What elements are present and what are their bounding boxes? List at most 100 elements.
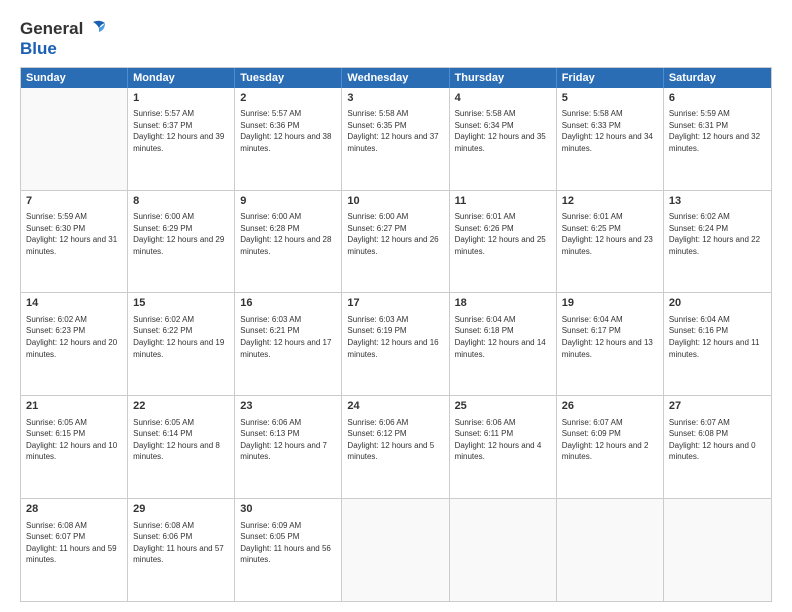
day-details: Sunrise: 5:58 AMSunset: 6:33 PMDaylight:… [562, 108, 658, 154]
day-details: Sunrise: 6:08 AMSunset: 6:07 PMDaylight:… [26, 520, 122, 566]
calendar-cell [557, 499, 664, 601]
calendar-cell: 18 Sunrise: 6:04 AMSunset: 6:18 PMDayligh… [450, 293, 557, 395]
weekday-header-sunday: Sunday [21, 68, 128, 88]
day-details: Sunrise: 6:08 AMSunset: 6:06 PMDaylight:… [133, 520, 229, 566]
day-number: 1 [133, 91, 229, 106]
day-details: Sunrise: 6:04 AMSunset: 6:18 PMDaylight:… [455, 314, 551, 360]
day-number: 3 [347, 91, 443, 106]
day-details: Sunrise: 6:01 AMSunset: 6:25 PMDaylight:… [562, 211, 658, 257]
calendar-body: 1 Sunrise: 5:57 AMSunset: 6:37 PMDaylight… [21, 88, 771, 601]
calendar-cell: 14 Sunrise: 6:02 AMSunset: 6:23 PMDayligh… [21, 293, 128, 395]
calendar: SundayMondayTuesdayWednesdayThursdayFrid… [20, 67, 772, 602]
day-details: Sunrise: 6:06 AMSunset: 6:12 PMDaylight:… [347, 417, 443, 463]
day-details: Sunrise: 6:00 AMSunset: 6:29 PMDaylight:… [133, 211, 229, 257]
weekday-header-monday: Monday [128, 68, 235, 88]
calendar-cell: 9 Sunrise: 6:00 AMSunset: 6:28 PMDaylight… [235, 191, 342, 293]
calendar-cell [21, 88, 128, 190]
day-number: 23 [240, 399, 336, 414]
weekday-header-thursday: Thursday [450, 68, 557, 88]
day-details: Sunrise: 6:02 AMSunset: 6:22 PMDaylight:… [133, 314, 229, 360]
weekday-header-friday: Friday [557, 68, 664, 88]
calendar-cell: 27Sunrise: 6:07 AMSunset: 6:08 PMDayligh… [664, 396, 771, 498]
day-details: Sunrise: 6:07 AMSunset: 6:09 PMDaylight:… [562, 417, 658, 463]
day-number: 24 [347, 399, 443, 414]
day-details: Sunrise: 5:59 AMSunset: 6:31 PMDaylight:… [669, 108, 766, 154]
logo-bird-icon [85, 18, 107, 40]
calendar-row-2: 7Sunrise: 5:59 AMSunset: 6:30 PMDaylight… [21, 191, 771, 294]
day-number: 22 [133, 399, 229, 414]
logo-blue-text: Blue [20, 40, 107, 59]
day-details: Sunrise: 6:03 AMSunset: 6:21 PMDaylight:… [240, 314, 336, 360]
calendar-row-5: 28 Sunrise: 6:08 AMSunset: 6:07 PMDayligh… [21, 499, 771, 601]
calendar-cell: 11Sunrise: 6:01 AMSunset: 6:26 PMDayligh… [450, 191, 557, 293]
day-number: 9 [240, 194, 336, 209]
day-number: 21 [26, 399, 122, 414]
day-number: 20 [669, 296, 766, 311]
day-details: Sunrise: 6:05 AMSunset: 6:15 PMDaylight:… [26, 417, 122, 463]
calendar-cell [664, 499, 771, 601]
header: General Blue [20, 18, 772, 59]
calendar-cell [342, 499, 449, 601]
calendar-cell: 6Sunrise: 5:59 AMSunset: 6:31 PMDaylight… [664, 88, 771, 190]
day-details: Sunrise: 6:03 AMSunset: 6:19 PMDaylight:… [347, 314, 443, 360]
day-number: 13 [669, 194, 766, 209]
day-number: 17 [347, 296, 443, 311]
page: General Blue SundayMondayTuesdayWednesda… [0, 0, 792, 612]
day-number: 25 [455, 399, 551, 414]
calendar-cell: 29 Sunrise: 6:08 AMSunset: 6:06 PMDayligh… [128, 499, 235, 601]
day-number: 18 [455, 296, 551, 311]
day-number: 14 [26, 296, 122, 311]
calendar-cell: 22 Sunrise: 6:05 AMSunset: 6:14 PMDayligh… [128, 396, 235, 498]
day-number: 2 [240, 91, 336, 106]
day-number: 15 [133, 296, 229, 311]
day-details: Sunrise: 5:57 AMSunset: 6:37 PMDaylight:… [133, 108, 229, 154]
day-number: 10 [347, 194, 443, 209]
weekday-header-saturday: Saturday [664, 68, 771, 88]
logo: General Blue [20, 18, 107, 59]
day-details: Sunrise: 5:58 AMSunset: 6:34 PMDaylight:… [455, 108, 551, 154]
calendar-cell: 3 Sunrise: 5:58 AMSunset: 6:35 PMDaylight… [342, 88, 449, 190]
day-details: Sunrise: 6:00 AMSunset: 6:28 PMDaylight:… [240, 211, 336, 257]
calendar-cell: 28 Sunrise: 6:08 AMSunset: 6:07 PMDayligh… [21, 499, 128, 601]
calendar-cell: 23 Sunrise: 6:06 AMSunset: 6:13 PMDayligh… [235, 396, 342, 498]
day-number: 28 [26, 502, 122, 517]
calendar-cell: 16 Sunrise: 6:03 AMSunset: 6:21 PMDayligh… [235, 293, 342, 395]
calendar-row-4: 21 Sunrise: 6:05 AMSunset: 6:15 PMDayligh… [21, 396, 771, 499]
calendar-cell: 30Sunrise: 6:09 AMSunset: 6:05 PMDayligh… [235, 499, 342, 601]
calendar-cell: 25 Sunrise: 6:06 AMSunset: 6:11 PMDayligh… [450, 396, 557, 498]
day-number: 7 [26, 194, 122, 209]
day-details: Sunrise: 6:04 AMSunset: 6:17 PMDaylight:… [562, 314, 658, 360]
day-number: 4 [455, 91, 551, 106]
day-number: 12 [562, 194, 658, 209]
day-details: Sunrise: 6:05 AMSunset: 6:14 PMDaylight:… [133, 417, 229, 463]
day-number: 27 [669, 399, 766, 414]
day-details: Sunrise: 6:06 AMSunset: 6:13 PMDaylight:… [240, 417, 336, 463]
day-number: 19 [562, 296, 658, 311]
calendar-header: SundayMondayTuesdayWednesdayThursdayFrid… [21, 68, 771, 88]
day-number: 30 [240, 502, 336, 517]
day-details: Sunrise: 6:06 AMSunset: 6:11 PMDaylight:… [455, 417, 551, 463]
calendar-cell: 4 Sunrise: 5:58 AMSunset: 6:34 PMDaylight… [450, 88, 557, 190]
day-details: Sunrise: 5:57 AMSunset: 6:36 PMDaylight:… [240, 108, 336, 154]
day-number: 16 [240, 296, 336, 311]
day-number: 26 [562, 399, 658, 414]
calendar-cell: 17 Sunrise: 6:03 AMSunset: 6:19 PMDayligh… [342, 293, 449, 395]
calendar-cell: 13 Sunrise: 6:02 AMSunset: 6:24 PMDayligh… [664, 191, 771, 293]
day-number: 11 [455, 194, 551, 209]
calendar-cell: 8Sunrise: 6:00 AMSunset: 6:29 PMDaylight… [128, 191, 235, 293]
calendar-cell: 15 Sunrise: 6:02 AMSunset: 6:22 PMDayligh… [128, 293, 235, 395]
day-details: Sunrise: 6:02 AMSunset: 6:24 PMDaylight:… [669, 211, 766, 257]
calendar-row-1: 1 Sunrise: 5:57 AMSunset: 6:37 PMDaylight… [21, 88, 771, 191]
logo-general-text: General [20, 20, 83, 39]
day-number: 5 [562, 91, 658, 106]
calendar-cell: 24 Sunrise: 6:06 AMSunset: 6:12 PMDayligh… [342, 396, 449, 498]
day-details: Sunrise: 6:02 AMSunset: 6:23 PMDaylight:… [26, 314, 122, 360]
day-details: Sunrise: 6:00 AMSunset: 6:27 PMDaylight:… [347, 211, 443, 257]
weekday-header-tuesday: Tuesday [235, 68, 342, 88]
calendar-cell: 21 Sunrise: 6:05 AMSunset: 6:15 PMDayligh… [21, 396, 128, 498]
day-number: 29 [133, 502, 229, 517]
calendar-cell: 20Sunrise: 6:04 AMSunset: 6:16 PMDayligh… [664, 293, 771, 395]
day-details: Sunrise: 5:58 AMSunset: 6:35 PMDaylight:… [347, 108, 443, 154]
weekday-header-wednesday: Wednesday [342, 68, 449, 88]
calendar-cell: 26 Sunrise: 6:07 AMSunset: 6:09 PMDayligh… [557, 396, 664, 498]
